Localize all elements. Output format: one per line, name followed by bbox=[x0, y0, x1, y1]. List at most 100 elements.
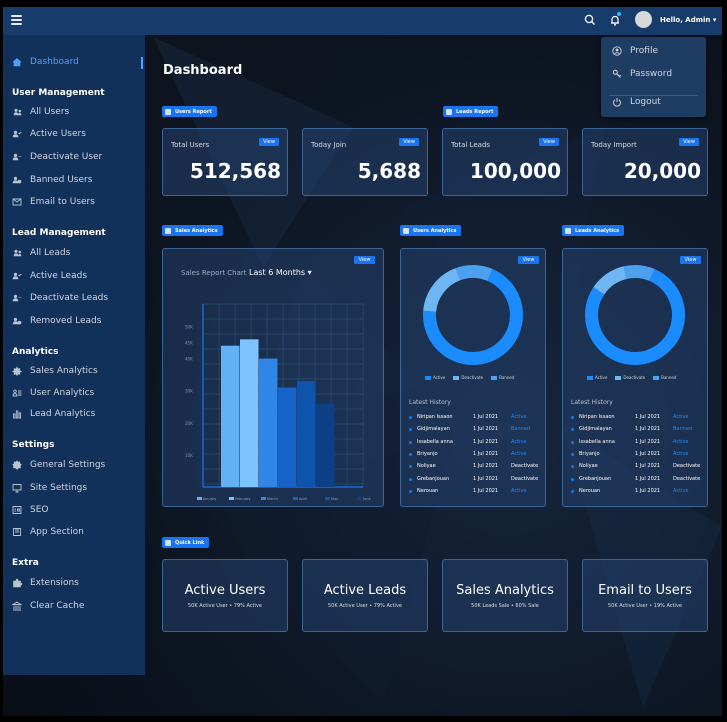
history-date: 1 Jul 2021 bbox=[473, 450, 499, 457]
page-title: Dashboard bbox=[163, 63, 243, 78]
stat-card-total-leads: Total Leads View 100,000 bbox=[442, 128, 568, 196]
avatar[interactable] bbox=[635, 11, 652, 28]
history-name: Briyanjo bbox=[579, 450, 600, 457]
sidebar-item-extensions[interactable]: Extensions bbox=[11, 578, 79, 588]
quick-link-active-users[interactable]: Active Users 50K Active User • 79% Activ… bbox=[162, 559, 288, 632]
quick-link-subtitle: 50K Leads Sale • 60% Sale bbox=[471, 603, 539, 609]
legend-label: February bbox=[235, 497, 251, 501]
sidebar-item-label: Site Settings bbox=[30, 483, 88, 493]
tag-leads-analytics: Leads Analytics bbox=[562, 225, 625, 236]
sidebar-item-label: All Users bbox=[30, 107, 70, 117]
bar-march[interactable] bbox=[259, 358, 278, 487]
bar-february[interactable] bbox=[240, 339, 259, 487]
history-name: Issabella anna bbox=[417, 438, 453, 445]
users-icon bbox=[165, 108, 171, 115]
quick-link-email-to-users[interactable]: Email to Users 50K Active User • 19% Act… bbox=[582, 559, 708, 632]
history-row[interactable]: Grebanjouan 1 Jul 2021 Deactivate bbox=[571, 474, 701, 486]
history-row[interactable]: Niripan Issaon 1 Jul 2021 Active bbox=[571, 412, 701, 424]
sales-bar-chart: 50K 45K 40K 30K 20K 10K January February March Ap… bbox=[185, 303, 371, 501]
history-row[interactable]: Noliyae 1 Jul 2021 Deactivate bbox=[571, 461, 701, 473]
sidebar-item-active-users[interactable]: Active Users bbox=[11, 129, 86, 139]
stat-value: 100,000 bbox=[469, 159, 561, 183]
history-row[interactable]: Nerouan 1 Jul 2021 Active bbox=[409, 486, 539, 498]
view-button[interactable]: View bbox=[539, 138, 559, 146]
history-row[interactable]: Briyanjo 1 Jul 2021 Active bbox=[571, 449, 701, 461]
bar-may[interactable] bbox=[297, 381, 316, 487]
history-row[interactable]: Gidjimalayan 1 Jul 2021 Banned bbox=[571, 424, 701, 436]
bullet-icon bbox=[571, 452, 574, 456]
sidebar-item-deactivate-user[interactable]: Deactivate User bbox=[11, 152, 102, 162]
sidebar-item-app-section[interactable]: App Section bbox=[11, 527, 84, 537]
search-icon[interactable] bbox=[583, 13, 597, 27]
history-row[interactable]: Grebanjouan 1 Jul 2021 Deactivate bbox=[409, 474, 539, 486]
bullet-icon bbox=[409, 489, 412, 493]
quick-link-active-leads[interactable]: Active Leads 50K Active User • 79% Activ… bbox=[302, 559, 428, 632]
history-row[interactable]: Briyanjo 1 Jul 2021 Active bbox=[409, 449, 539, 461]
history-status: Active bbox=[511, 414, 527, 420]
donut-slice-banned[interactable] bbox=[623, 265, 655, 281]
sidebar-item-banned-users[interactable]: Banned Users bbox=[11, 175, 92, 185]
active-indicator bbox=[141, 57, 143, 69]
users-analytics-card: View Active Deactivate Banned Latest Histo… bbox=[400, 248, 546, 507]
donut-slice-deactivate[interactable] bbox=[593, 266, 627, 295]
sidebar-item-deactivate-leads[interactable]: Deactivate Leads bbox=[11, 293, 108, 303]
users-icon bbox=[13, 108, 22, 116]
legend-label: April bbox=[299, 497, 307, 501]
sidebar-item-sales-analytics[interactable]: Sales Analytics bbox=[11, 366, 98, 376]
bullet-icon bbox=[409, 428, 412, 432]
history-name: Issabella anna bbox=[579, 438, 615, 445]
quick-link-subtitle: 50K Active User • 19% Active bbox=[608, 603, 682, 609]
legend-label: June bbox=[362, 497, 371, 501]
legend-item: Active bbox=[587, 375, 607, 380]
bar-january[interactable] bbox=[221, 345, 240, 487]
view-button[interactable]: View bbox=[399, 138, 419, 146]
latest-history-title: Latest History bbox=[409, 399, 451, 406]
quick-link-title: Active Users bbox=[184, 583, 266, 598]
legend-swatch bbox=[261, 497, 266, 500]
sidebar-item-general-settings[interactable]: General Settings bbox=[11, 460, 105, 470]
sidebar-item-seo[interactable]: SEO bbox=[11, 505, 48, 515]
sidebar-item-site-settings[interactable]: Site Settings bbox=[11, 483, 87, 493]
menu-icon[interactable] bbox=[11, 15, 22, 25]
quick-link-sales-analytics[interactable]: Sales Analytics 50K Leads Sale • 60% Sal… bbox=[442, 559, 568, 632]
view-button[interactable]: View bbox=[259, 138, 279, 146]
sidebar-item-clear-cache[interactable]: Clear Cache bbox=[11, 601, 84, 611]
history-row[interactable]: Niripan Issaon 1 Jul 2021 Active bbox=[409, 412, 539, 424]
tag-label: Leads Report bbox=[456, 108, 494, 115]
sidebar-item-user-analytics[interactable]: User Analytics bbox=[11, 388, 94, 398]
dropdown-item-profile[interactable]: Profile bbox=[612, 46, 658, 56]
tag-label: Users Analytics bbox=[413, 227, 457, 234]
dropdown-item-password[interactable]: Password bbox=[612, 69, 672, 79]
legend-swatch bbox=[293, 497, 298, 500]
history-row[interactable]: Noliyae 1 Jul 2021 Deactivate bbox=[409, 461, 539, 473]
legend-swatch bbox=[357, 497, 362, 500]
sidebar-item-removed-leads[interactable]: Removed Leads bbox=[11, 316, 101, 326]
history-row[interactable]: Issabella anna 1 Jul 2021 Active bbox=[409, 437, 539, 449]
donut-slice-banned[interactable] bbox=[455, 265, 493, 281]
stat-card-today-join: Today Join View 5,688 bbox=[302, 128, 428, 196]
user-greeting[interactable]: Hello, Admin ▾ bbox=[660, 16, 716, 24]
bullet-icon bbox=[409, 477, 412, 481]
view-button[interactable]: View bbox=[679, 138, 699, 146]
donut-slice-deactivate[interactable] bbox=[423, 268, 461, 312]
chart-legend: Active Deactivate Banned bbox=[587, 375, 676, 380]
sidebar-item-label: Lead Analytics bbox=[30, 409, 96, 419]
bar-june[interactable] bbox=[316, 403, 335, 487]
history-name: Niripan Issaon bbox=[417, 414, 453, 420]
sidebar-item-all-leads[interactable]: All Leads bbox=[11, 248, 70, 258]
sidebar-item-active-leads[interactable]: Active Leads bbox=[11, 271, 87, 281]
history-date: 1 Jul 2021 bbox=[635, 426, 661, 433]
history-row[interactable]: Gidjimalayan 1 Jul 2021 Banned bbox=[409, 424, 539, 436]
greeting-text: Hello, Admin bbox=[660, 16, 711, 24]
sidebar-item-label: Deactivate Leads bbox=[30, 293, 109, 303]
dropdown-item-logout[interactable]: Logout bbox=[612, 97, 661, 107]
sidebar-item-lead-analytics[interactable]: Lead Analytics bbox=[11, 409, 95, 419]
history-row[interactable]: Issabella anna 1 Jul 2021 Active bbox=[571, 437, 701, 449]
sidebar-item-all-users[interactable]: All Users bbox=[11, 107, 69, 117]
bar-april[interactable] bbox=[278, 387, 297, 487]
sidebar-item-dashboard[interactable]: Dashboard bbox=[11, 57, 79, 67]
sidebar-section-lead-management: Lead Management bbox=[12, 228, 106, 238]
history-row[interactable]: Nerouan 1 Jul 2021 Active bbox=[571, 486, 701, 498]
sidebar-item-email-to-users[interactable]: Email to Users bbox=[11, 197, 95, 207]
leads-analytics-card: View Active Deactivate Banned Latest Histo… bbox=[562, 248, 708, 507]
